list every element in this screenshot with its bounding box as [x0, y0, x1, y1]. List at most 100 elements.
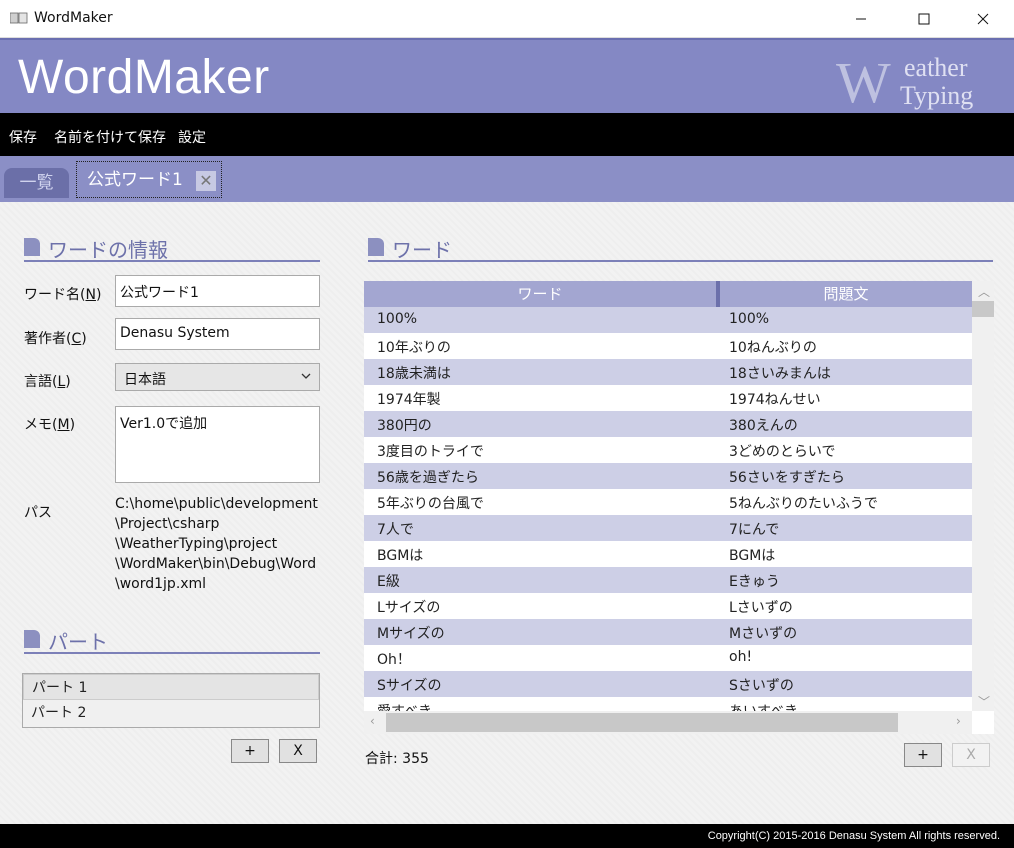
menu-save-as[interactable]: 名前を付けて保存 — [54, 127, 166, 147]
word-name-field[interactable]: 公式ワード1 — [115, 275, 320, 307]
word-info-title: ワードの情報 — [48, 238, 168, 262]
cell-word: 380円の — [377, 418, 432, 434]
menu-save[interactable]: 保存 — [9, 127, 37, 147]
path-line: \word1jp.xml — [115, 576, 207, 592]
tab-list[interactable]: 一覧 — [4, 168, 69, 198]
maximize-icon — [918, 13, 930, 25]
grid-body: 100% 100% 10年ぶりの 10ねんぶりの 18歳未満は 18さいみまんは 1974年… — [364, 307, 972, 711]
menu-bar: 保存 名前を付けて保存 設定 — [0, 113, 1014, 156]
main-content: ワードの情報 ワード名(N) 公式ワード1 著作者(C) Denasu Syst… — [0, 202, 1014, 824]
memo-field[interactable]: Ver1.0で追加 — [115, 406, 320, 483]
words-header: ワード — [368, 232, 993, 262]
word-info-header: ワードの情報 — [24, 232, 320, 262]
cell-word: 5年ぶりの台風で — [377, 496, 484, 512]
minimize-icon — [856, 18, 866, 20]
weather-typing-logo: W eather Typing — [836, 50, 973, 110]
status-footer: Copyright(C) 2015-2016 Denasu System All… — [0, 824, 1014, 848]
scroll-down-icon[interactable]: ﹀ — [978, 693, 990, 710]
vertical-scrollbar[interactable]: ︿ ﹀ — [972, 281, 994, 711]
parts-list-item[interactable]: パート 1 — [23, 674, 319, 700]
close-icon — [977, 13, 989, 25]
column-header-word[interactable]: ワード — [364, 281, 716, 307]
remove-word-button[interactable]: X — [952, 743, 990, 767]
table-row[interactable]: E級 Eきゅう — [364, 567, 972, 593]
cell-question: oh! — [729, 649, 753, 665]
cell-question: Eきゅう — [729, 574, 780, 590]
table-row[interactable]: 56歳を過ぎたら 56さいをすぎたら — [364, 463, 972, 489]
cell-question: 56さいをすぎたら — [729, 470, 845, 486]
table-row[interactable]: Mサイズの Mさいずの — [364, 619, 972, 645]
cell-question: 100% — [729, 311, 770, 327]
add-word-button[interactable]: + — [904, 743, 942, 767]
cell-question: Mさいずの — [729, 626, 798, 642]
parts-list-item[interactable]: パート 2 — [23, 700, 319, 726]
book-icon — [10, 12, 28, 24]
cell-question: 3どめのとらいで — [729, 444, 836, 460]
table-row[interactable]: Lサイズの Lさいずの — [364, 593, 972, 619]
cell-word: Oh！ — [377, 652, 411, 668]
grid-header: ワード 問題文 — [364, 281, 972, 307]
table-row[interactable]: 7人で 7にんで — [364, 515, 972, 541]
cell-word: 10年ぶりの — [377, 340, 451, 356]
logo-letter-w: W — [836, 50, 891, 110]
menu-settings[interactable]: 設定 — [178, 127, 206, 147]
table-row[interactable]: Oh！ oh! — [364, 645, 972, 671]
scroll-right-icon[interactable]: › — [956, 714, 961, 728]
table-row[interactable]: 1974年製 1974ねんせい — [364, 385, 972, 411]
table-row[interactable]: 18歳未満は 18さいみまんは — [364, 359, 972, 385]
author-label: 著作者(C) — [24, 331, 87, 347]
cell-question: 1974ねんせい — [729, 392, 821, 408]
scroll-left-icon[interactable]: ‹ — [370, 714, 375, 728]
path-line: \Project\csharp — [115, 516, 220, 532]
close-window-button[interactable] — [960, 0, 1006, 38]
scroll-thumb[interactable] — [386, 713, 898, 732]
app-title: WordMaker — [18, 51, 270, 104]
cell-question: 380えんの — [729, 418, 798, 434]
words-grid[interactable]: ワード 問題文 100% 100% 10年ぶりの 10ねんぶりの 18歳未満は 18さいみ… — [364, 281, 994, 734]
horizontal-scrollbar[interactable]: ‹ › — [364, 711, 972, 734]
language-select-value: 日本語 — [124, 372, 166, 388]
table-row[interactable]: 380円の 380えんの — [364, 411, 972, 437]
logo-text-weather: eather — [904, 53, 968, 82]
cell-word: Sサイズの — [377, 678, 442, 694]
table-row[interactable]: BGMは BGMは — [364, 541, 972, 567]
table-row[interactable]: 5年ぶりの台風で 5ねんぶりのたいふうで — [364, 489, 972, 515]
tab-strip: 一覧 公式ワード1 ✕ — [0, 156, 1014, 202]
tab-label: 公式ワード1 — [87, 170, 183, 190]
cell-question: 10ねんぶりの — [729, 340, 817, 356]
table-row[interactable]: 10年ぶりの 10ねんぶりの — [364, 333, 972, 359]
tab-close-icon[interactable]: ✕ — [196, 171, 216, 191]
table-row[interactable]: 愛すべき あいすべき — [364, 697, 972, 711]
table-row[interactable]: Sサイズの Sさいずの — [364, 671, 972, 697]
copyright-text: Copyright(C) 2015-2016 Denasu System All… — [707, 830, 1000, 842]
cell-word: Lサイズの — [377, 600, 441, 616]
scroll-up-icon[interactable]: ︿ — [978, 283, 990, 300]
cell-word: 100% — [377, 311, 418, 327]
author-field[interactable]: Denasu System — [115, 318, 320, 350]
minimize-button[interactable] — [838, 0, 884, 38]
language-select[interactable]: 日本語 — [115, 363, 320, 391]
cell-question: 18さいみまんは — [729, 366, 831, 382]
word-name-label: ワード名(N) — [24, 287, 102, 303]
window-titlebar[interactable]: WordMaker — [0, 0, 1014, 38]
table-row[interactable]: 100% 100% — [364, 307, 972, 333]
words-title: ワード — [392, 238, 452, 262]
path-value: C:\home\public\development \Project\csha… — [115, 494, 318, 594]
tab-official-word1[interactable]: 公式ワード1 ✕ — [76, 161, 222, 198]
scroll-thumb[interactable] — [972, 301, 994, 317]
language-label: 言語(L) — [24, 374, 71, 390]
column-header-question[interactable]: 問題文 — [720, 281, 972, 307]
parts-list[interactable]: パート 1 パート 2 — [22, 673, 320, 728]
memo-label: メモ(M) — [24, 417, 76, 433]
maximize-button[interactable] — [901, 0, 947, 38]
path-line: \WeatherTyping\project — [115, 536, 278, 552]
table-row[interactable]: 3度目のトライで 3どめのとらいで — [364, 437, 972, 463]
remove-part-button[interactable]: X — [279, 739, 317, 763]
cell-question: 5ねんぶりのたいふうで — [729, 496, 878, 512]
add-part-button[interactable]: + — [231, 739, 269, 763]
path-line: C:\home\public\development — [115, 496, 318, 512]
app-header: WordMaker W eather Typing — [0, 38, 1014, 113]
parts-header: パート — [24, 624, 320, 654]
parts-title: パート — [48, 630, 108, 654]
section-marker-icon — [24, 630, 40, 648]
